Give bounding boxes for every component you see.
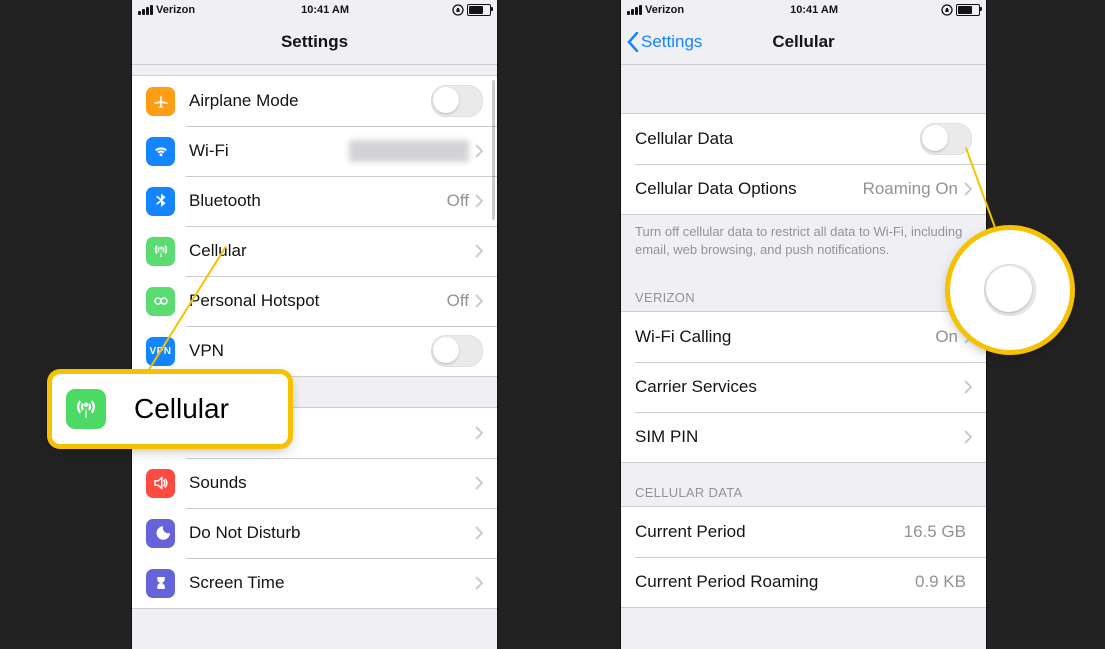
row-sounds[interactable]: Sounds	[132, 458, 497, 508]
clock-label: 10:41 AM	[790, 4, 838, 16]
toggle-icon	[984, 264, 1036, 316]
current-period-value: 16.5 GB	[904, 522, 966, 542]
chevron-right-icon	[475, 426, 483, 440]
airplane-icon	[146, 87, 175, 116]
annotation-cellular-label: Cellular	[134, 393, 229, 425]
chevron-right-icon	[475, 244, 483, 258]
screentime-label: Screen Time	[189, 573, 284, 593]
cellular-icon	[66, 389, 106, 429]
cellular-data-options-value: Roaming On	[863, 179, 958, 199]
status-bar: Verizon 10:41 AM	[621, 0, 986, 20]
signal-icon	[627, 5, 642, 15]
hotspot-icon	[146, 287, 175, 316]
sounds-label: Sounds	[189, 473, 247, 493]
status-bar: Verizon 10:41 AM	[132, 0, 497, 20]
row-carrier-services[interactable]: Carrier Services	[621, 362, 986, 412]
cellular-footnote: Turn off cellular data to restrict all d…	[621, 215, 986, 268]
dnd-label: Do Not Disturb	[189, 523, 300, 543]
row-hotspot[interactable]: Personal Hotspot Off	[132, 276, 497, 326]
cellular-data-toggle[interactable]	[920, 123, 972, 155]
row-cellular[interactable]: Cellular	[132, 226, 497, 276]
carrier-label: Verizon	[645, 4, 684, 16]
current-period-label: Current Period	[635, 522, 746, 542]
bluetooth-value: Off	[447, 191, 469, 211]
row-wifi-calling[interactable]: Wi-Fi Calling On	[621, 312, 986, 362]
carrier-label: Verizon	[156, 4, 195, 16]
row-cellular-data[interactable]: Cellular Data	[621, 114, 986, 164]
settings-screen: Verizon 10:41 AM Settings Airplane Mode	[132, 0, 497, 649]
vpn-label: VPN	[189, 341, 224, 361]
chevron-right-icon	[964, 430, 972, 444]
back-label: Settings	[641, 32, 702, 52]
wifi-calling-value: On	[935, 327, 958, 347]
carrier-section-header: VERIZON	[621, 268, 986, 311]
nav-bar: Settings	[132, 20, 497, 65]
airplane-label: Airplane Mode	[189, 91, 299, 111]
vpn-toggle[interactable]	[431, 335, 483, 367]
chevron-right-icon	[475, 476, 483, 490]
wifi-network-redacted	[349, 140, 469, 162]
row-screentime[interactable]: Screen Time	[132, 558, 497, 608]
annotation-toggle-zoom	[950, 230, 1070, 350]
row-dnd[interactable]: Do Not Disturb	[132, 508, 497, 558]
row-current-period[interactable]: Current Period 16.5 GB	[621, 507, 986, 557]
sounds-icon	[146, 469, 175, 498]
battery-icon	[467, 4, 491, 16]
cellular-screen: Verizon 10:41 AM Settings Cellular Cellu…	[621, 0, 986, 649]
battery-icon	[956, 4, 980, 16]
back-button[interactable]: Settings	[627, 32, 702, 52]
chevron-right-icon	[475, 144, 483, 158]
signal-icon	[138, 5, 153, 15]
row-airplane-mode[interactable]: Airplane Mode	[132, 76, 497, 126]
annotation-cellular-zoom: Cellular	[52, 374, 288, 444]
screentime-icon	[146, 569, 175, 598]
sim-pin-label: SIM PIN	[635, 427, 698, 447]
bluetooth-label: Bluetooth	[189, 191, 261, 211]
cellular-data-label: Cellular Data	[635, 129, 733, 149]
row-wifi[interactable]: Wi-Fi	[132, 126, 497, 176]
nav-bar: Settings Cellular	[621, 20, 986, 65]
row-current-period-roaming[interactable]: Current Period Roaming 0.9 KB	[621, 557, 986, 607]
bluetooth-icon	[146, 187, 175, 216]
cellular-data-options-label: Cellular Data Options	[635, 179, 797, 199]
wifi-label: Wi-Fi	[189, 141, 229, 161]
row-sim-pin[interactable]: SIM PIN	[621, 412, 986, 462]
chevron-right-icon	[475, 294, 483, 308]
scrollbar[interactable]	[492, 80, 495, 220]
cellular-data-section-header: CELLULAR DATA	[621, 463, 986, 506]
wifi-row-icon	[146, 137, 175, 166]
wifi-calling-label: Wi-Fi Calling	[635, 327, 731, 347]
dnd-icon	[146, 519, 175, 548]
clock-label: 10:41 AM	[301, 4, 349, 16]
hotspot-label: Personal Hotspot	[189, 291, 319, 311]
page-title: Settings	[281, 32, 348, 52]
chevron-right-icon	[964, 380, 972, 394]
orientation-lock-icon	[452, 4, 464, 16]
current-period-roaming-label: Current Period Roaming	[635, 572, 818, 592]
airplane-toggle[interactable]	[431, 85, 483, 117]
chevron-right-icon	[475, 526, 483, 540]
cellular-icon	[146, 237, 175, 266]
row-vpn[interactable]: VPN VPN	[132, 326, 497, 376]
page-title: Cellular	[772, 32, 834, 52]
current-period-roaming-value: 0.9 KB	[915, 572, 966, 592]
chevron-right-icon	[475, 194, 483, 208]
orientation-lock-icon	[941, 4, 953, 16]
carrier-services-label: Carrier Services	[635, 377, 757, 397]
hotspot-value: Off	[447, 291, 469, 311]
row-bluetooth[interactable]: Bluetooth Off	[132, 176, 497, 226]
chevron-right-icon	[964, 182, 972, 196]
row-cellular-data-options[interactable]: Cellular Data Options Roaming On	[621, 164, 986, 214]
chevron-right-icon	[475, 576, 483, 590]
